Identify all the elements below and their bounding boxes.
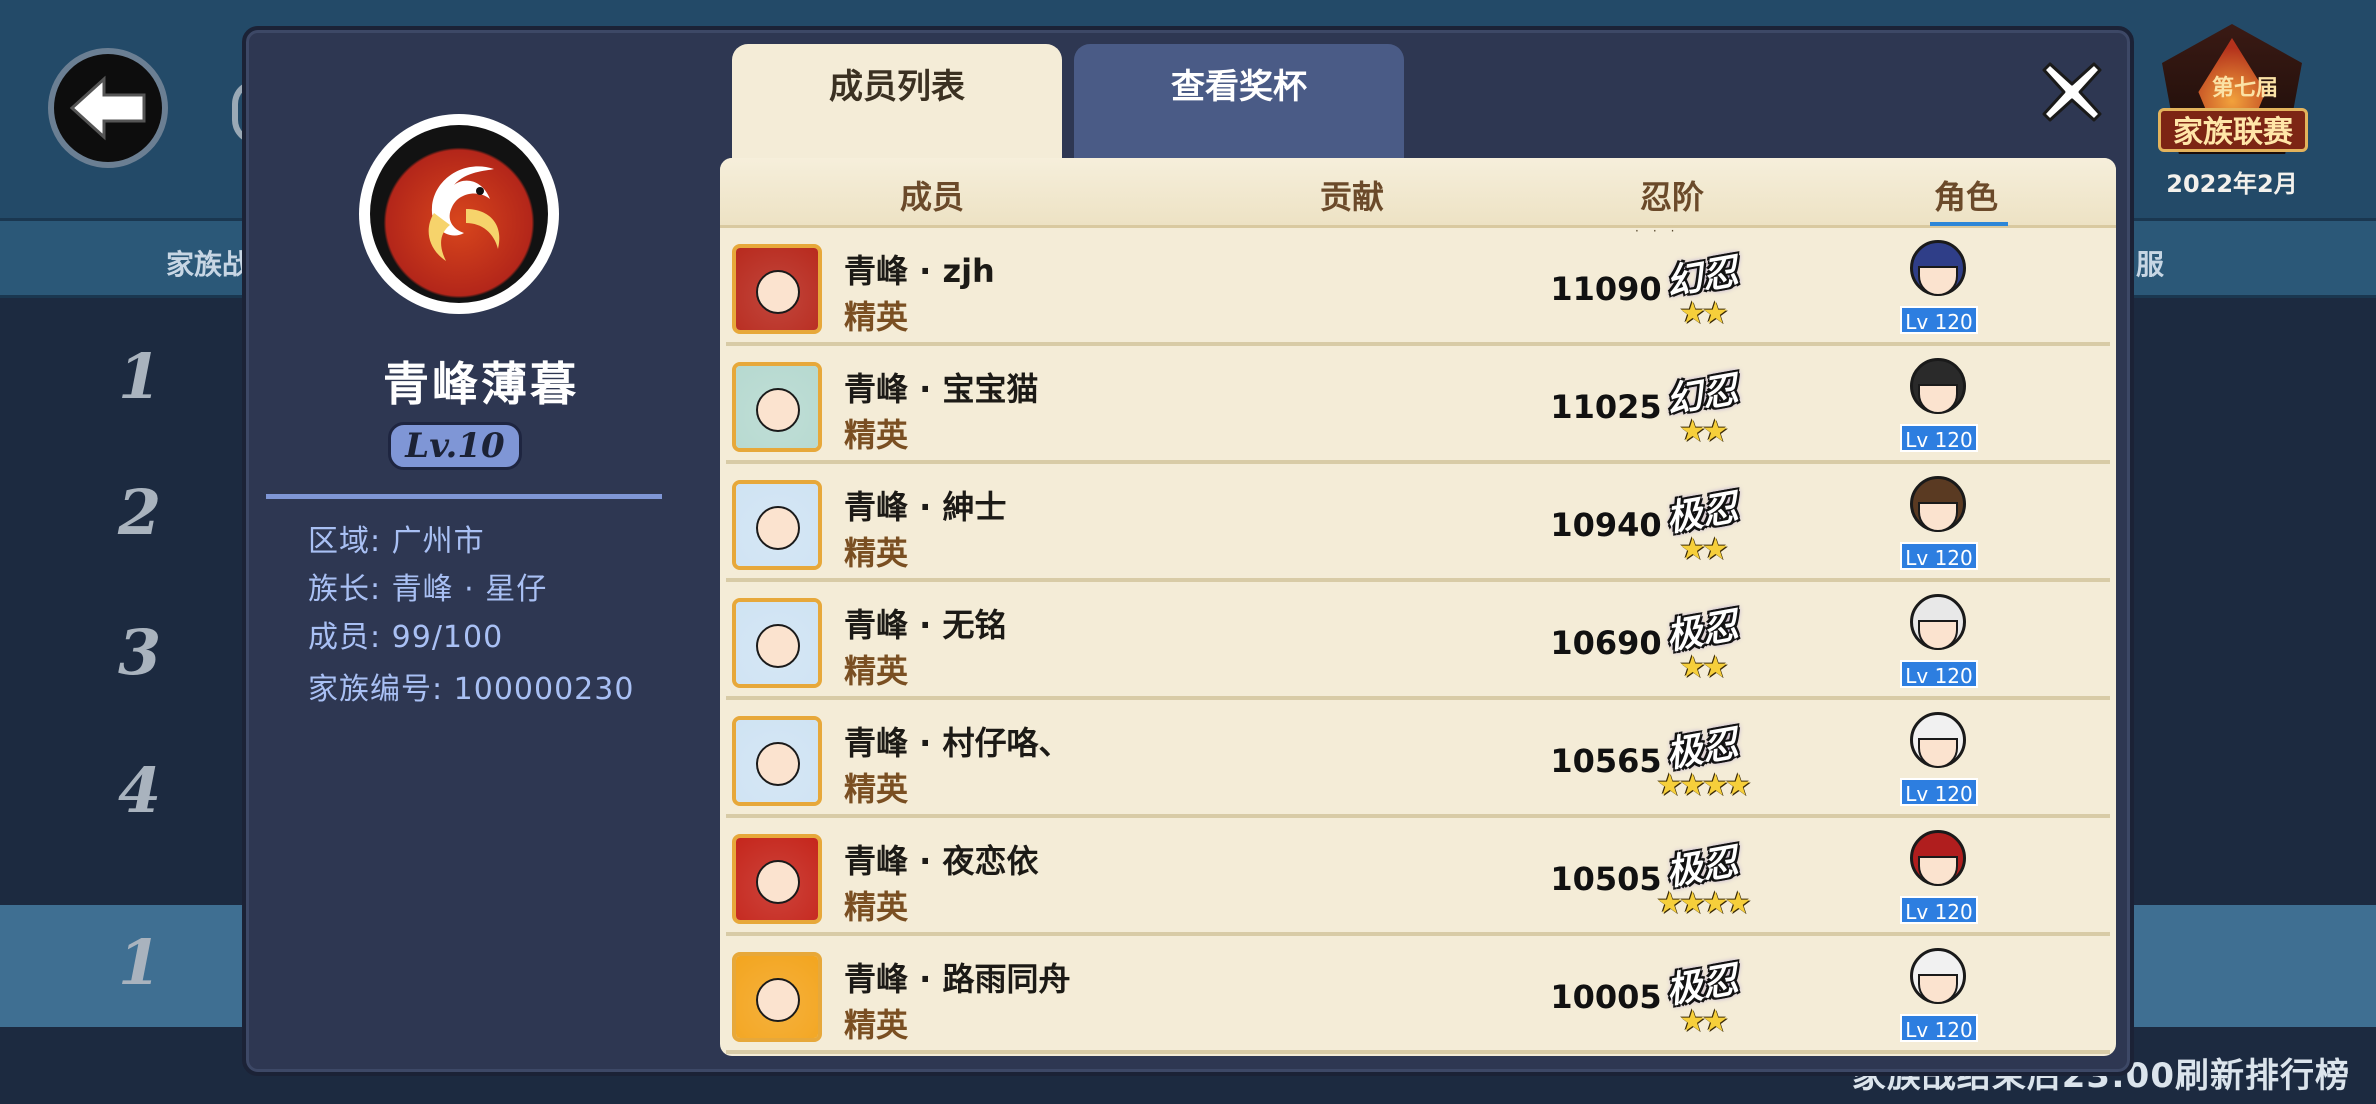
table-row[interactable]: 青峰 · 紳士 精英 10940 极忍 ★★ Lv 120	[726, 468, 2110, 582]
character-level: Lv 120	[1900, 424, 1978, 452]
character-level: Lv 120	[1900, 1014, 1978, 1042]
family-emblem	[359, 114, 559, 314]
ninja-rank-badge: 幻忍 ★★	[1622, 362, 1782, 452]
rank-number: 1	[118, 340, 162, 413]
member-avatar[interactable]	[732, 716, 822, 806]
avatar-face	[756, 506, 800, 550]
character-portrait[interactable]: Lv 120	[1896, 712, 1980, 812]
sort-indicator	[1930, 222, 2008, 226]
table-row[interactable]: 青峰 · 夜恋依 精英 10505 极忍 ★★★★ Lv 120	[726, 822, 2110, 936]
member-title: 精英	[844, 888, 909, 926]
table-row[interactable]: 青峰 · zjh 精英 11090 幻忍 ★★ Lv 120	[726, 232, 2110, 346]
ninja-rank-badge: 极忍 ★★★★	[1622, 834, 1782, 924]
avatar-face	[756, 742, 800, 786]
avatar-face	[756, 624, 800, 668]
column-header-member: 成员	[900, 178, 965, 216]
dragon-icon	[428, 166, 500, 261]
table-row[interactable]: 青峰 · 村仔咯、 精英 10565 极忍 ★★★★ Lv 120	[726, 704, 2110, 818]
member-table: 成员 贡献 忍阶 角色 ··· 青峰 · zjh 精英 11090 幻忍 ★★ …	[720, 158, 2116, 1056]
table-row[interactable]: 青峰 · 宝宝猫 精英 11025 幻忍 ★★ Lv 120	[726, 350, 2110, 464]
avatar-face	[756, 978, 800, 1022]
character-level: Lv 120	[1900, 778, 1978, 806]
arrow-left-icon	[69, 75, 146, 141]
star-icon: ★★	[1679, 1004, 1729, 1039]
ninja-rank-badge: 极忍 ★★★★	[1622, 716, 1782, 806]
close-icon	[2042, 62, 2102, 122]
tab-member-list[interactable]: 成员列表	[732, 44, 1062, 160]
rank-number: 2	[118, 476, 162, 549]
member-title: 精英	[844, 1006, 909, 1044]
member-title: 精英	[844, 416, 909, 454]
member-name: 青峰 · 路雨同舟	[844, 960, 1071, 998]
member-avatar[interactable]	[732, 952, 822, 1042]
column-header-ninja-rank: 忍阶	[1640, 178, 1705, 216]
member-title: 精英	[844, 770, 909, 808]
star-icon: ★★★★	[1656, 886, 1752, 921]
star-icon: ★★★★	[1656, 768, 1752, 803]
table-header: 成员 贡献 忍阶 角色 ···	[720, 158, 2116, 238]
event-season: 第七届	[2211, 76, 2278, 101]
member-title: 精英	[844, 298, 909, 336]
character-portrait[interactable]: Lv 120	[1896, 594, 1980, 694]
family-name: 青峰薄暮	[383, 357, 579, 411]
member-avatar[interactable]	[732, 598, 822, 688]
family-leader: 族长: 青峰 · 星仔	[308, 572, 548, 607]
tab-family-war[interactable]: 家族战	[166, 243, 250, 283]
family-member-count: 成员: 99/100	[308, 620, 504, 655]
table-row[interactable]: 青峰 · 无铭 精英 10690 极忍 ★★ Lv 120	[726, 586, 2110, 700]
member-avatar[interactable]	[732, 834, 822, 924]
tab-view-trophies[interactable]: 查看奖杯	[1074, 44, 1404, 160]
family-info-modal: 青峰薄暮 Lv.10 区域: 广州市 族长: 青峰 · 星仔 成员: 99/10…	[242, 26, 2134, 1076]
member-avatar[interactable]	[732, 244, 822, 334]
character-level: Lv 120	[1900, 660, 1978, 688]
column-header-contribution: 贡献	[1320, 178, 1385, 216]
back-button[interactable]	[48, 48, 168, 168]
rank-number: 1	[118, 926, 162, 999]
character-level: Lv 120	[1900, 306, 1978, 334]
rank-number: 3	[118, 616, 162, 689]
member-title: 精英	[844, 534, 909, 572]
close-button[interactable]	[2036, 56, 2108, 128]
star-icon: ★★	[1679, 414, 1729, 449]
event-badge[interactable]: 第七届 家族联赛 2022年2月	[2132, 18, 2332, 198]
family-id: 家族编号: 100000230	[308, 672, 635, 707]
member-title: 精英	[844, 652, 909, 690]
rank-number: 4	[118, 754, 162, 827]
character-portrait[interactable]: Lv 120	[1896, 476, 1980, 576]
character-level: Lv 120	[1900, 542, 1978, 570]
ninja-rank-badge: 极忍 ★★	[1622, 952, 1782, 1042]
character-portrait[interactable]: Lv 120	[1896, 948, 1980, 1048]
member-name: 青峰 · 无铭	[844, 606, 1007, 644]
table-row[interactable]: 青峰 · 路雨同舟 精英 10005 极忍 ★★ Lv 120	[726, 940, 2110, 1054]
member-name: 青峰 · 夜恋依	[844, 842, 1039, 880]
star-icon: ★★	[1679, 296, 1729, 331]
ninja-rank-badge: 幻忍 ★★	[1622, 244, 1782, 334]
ninja-rank-badge: 极忍 ★★	[1622, 480, 1782, 570]
member-avatar[interactable]	[732, 362, 822, 452]
character-portrait[interactable]: Lv 120	[1896, 830, 1980, 930]
avatar-face	[756, 388, 800, 432]
event-date: 2022年2月	[2166, 170, 2298, 198]
member-avatar[interactable]	[732, 480, 822, 570]
avatar-face	[756, 860, 800, 904]
divider	[266, 494, 662, 499]
star-icon: ★★	[1679, 650, 1729, 685]
family-panel: 青峰薄暮 Lv.10 区域: 广州市 族长: 青峰 · 星仔 成员: 99/10…	[246, 30, 716, 1072]
family-region: 区域: 广州市	[308, 524, 485, 559]
member-name: 青峰 · 村仔咯、	[844, 724, 1071, 762]
family-level-badge: Lv.10	[388, 422, 522, 470]
member-name: 青峰 · 宝宝猫	[844, 370, 1039, 408]
character-portrait[interactable]: Lv 120	[1896, 358, 1980, 458]
star-icon: ★★	[1679, 532, 1729, 567]
character-portrait[interactable]: Lv 120	[1896, 240, 1980, 340]
character-level: Lv 120	[1900, 896, 1978, 924]
ninja-rank-badge: 极忍 ★★	[1622, 598, 1782, 688]
column-header-character: 角色	[1934, 178, 1999, 216]
member-name: 青峰 · zjh	[844, 252, 995, 290]
avatar-face	[756, 270, 800, 314]
tab-server[interactable]: 服	[2136, 243, 2164, 283]
event-name: 家族联赛	[2158, 108, 2308, 152]
member-name: 青峰 · 紳士	[844, 488, 1007, 526]
